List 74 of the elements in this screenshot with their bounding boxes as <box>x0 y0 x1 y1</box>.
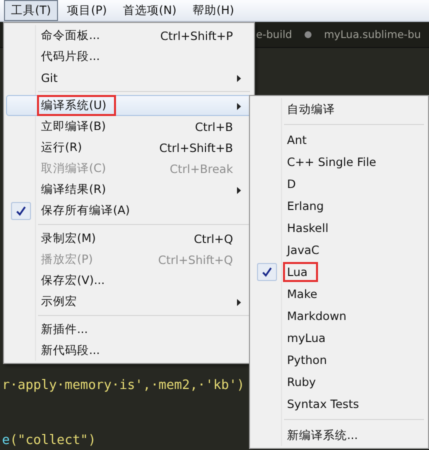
menu-item[interactable]: Lua <box>252 261 426 283</box>
menu-bar-item[interactable]: 首选项(N) <box>116 0 184 21</box>
menu-item[interactable]: 示例宏 <box>6 291 252 312</box>
menu-item[interactable]: Syntax Tests <box>252 393 426 415</box>
menu-item-label: Syntax Tests <box>286 396 360 412</box>
shortcut-label: Ctrl+Break <box>170 162 233 176</box>
menu-item-label: Git <box>40 70 59 86</box>
code-token: r·apply·memory·is',·mem2,·'kb') <box>2 378 245 393</box>
menu-item[interactable]: 保存宏(V)... <box>6 270 252 291</box>
shortcut-label: Ctrl+Shift+P <box>160 28 233 42</box>
menu-item-label: 示例宏 <box>40 293 78 310</box>
menu-item-label: 命令面板... <box>40 27 101 44</box>
menu-item-label: 自动编译 <box>286 100 336 118</box>
menu-item-label: 代码片段... <box>40 48 101 65</box>
menu-item-label: 运行(R) <box>40 139 83 156</box>
file-tab[interactable]: myLua.sublime-bu <box>324 28 421 40</box>
menu-item-label: Make <box>286 286 318 302</box>
menu-item[interactable]: Ant <box>252 129 426 151</box>
shortcut-label: Ctrl+B <box>195 120 233 134</box>
menu-bar-item[interactable]: 帮助(H) <box>186 0 242 21</box>
shortcut-label: Ctrl+Shift+B <box>159 140 233 154</box>
menu-item[interactable]: Ruby <box>252 371 426 393</box>
menu-bar-item[interactable]: 项目(P) <box>60 0 114 21</box>
menu-item[interactable]: C++ Single File <box>252 151 426 173</box>
menu-item[interactable]: 自动编译 <box>252 98 426 120</box>
menu-item-label: Ant <box>286 132 308 148</box>
menu-item-label: Markdown <box>286 308 348 324</box>
menu-item[interactable]: 录制宏(M) Ctrl+Q <box>6 228 252 249</box>
menu-item-label: Ruby <box>286 374 317 390</box>
menu-item[interactable]: 运行(R) Ctrl+Shift+B <box>6 137 252 158</box>
menu-item[interactable]: 新代码段... <box>6 340 252 361</box>
menu-item-label: 编译系统(U) <box>39 97 114 114</box>
menu-item-label: 立即编译(B) <box>40 118 107 135</box>
menu-item[interactable]: 新插件... <box>6 319 252 340</box>
menu-item-label: Erlang <box>286 198 325 214</box>
menu-item-label: 编译结果(R) <box>40 181 107 198</box>
menu-item[interactable]: 代码片段... <box>6 46 252 67</box>
menu-item[interactable]: myLua <box>252 327 426 349</box>
file-tab[interactable]: e-build <box>256 28 292 40</box>
menu-item-label: 保存所有编译(A) <box>40 202 131 219</box>
menu-item-label: C++ Single File <box>286 154 378 170</box>
menu-item[interactable]: 编译结果(R) <box>6 179 252 200</box>
menu-item[interactable]: Markdown <box>252 305 426 327</box>
menu-item[interactable]: D <box>252 173 426 195</box>
menu-item-label: JavaC <box>285 242 320 258</box>
menu-item-label: Haskell <box>286 220 330 236</box>
menu-item[interactable]: 立即编译(B) Ctrl+B <box>6 116 252 137</box>
menu-item[interactable]: 保存所有编译(A) <box>6 200 252 221</box>
code-token: ("collect") <box>10 433 96 448</box>
unsaved-dot: ● <box>304 30 312 40</box>
menu-item-label: 新编译系统... <box>286 426 359 444</box>
menu-item-label: Python <box>286 352 328 368</box>
menu-item-label: 取消编译(C) <box>40 160 108 177</box>
menu-item[interactable]: Python <box>252 349 426 371</box>
menu-item-label: D <box>286 176 297 192</box>
menu-item[interactable]: 编译系统(U) <box>6 95 252 116</box>
menu-item-label: myLua <box>286 330 327 346</box>
menu-item[interactable]: 命令面板... Ctrl+Shift+P <box>6 25 252 46</box>
menu-item[interactable]: 新编译系统... <box>252 424 426 446</box>
menu-item-label: Lua <box>285 264 316 280</box>
menu-item[interactable]: Make <box>252 283 426 305</box>
menu-item[interactable]: JavaC <box>252 239 426 261</box>
menu-item[interactable]: Git <box>6 67 252 88</box>
menu-item-label: 新代码段... <box>40 342 101 359</box>
menu-bar-item[interactable]: 工具(T) <box>4 0 58 21</box>
menu-item-label: 新插件... <box>40 321 89 338</box>
code-token: e <box>2 433 10 448</box>
shortcut-label: Ctrl+Shift+Q <box>158 252 233 266</box>
menu-item[interactable]: Haskell <box>252 217 426 239</box>
menu-item-label: 播放宏(P) <box>40 251 94 268</box>
menu-item-label: 保存宏(V)... <box>40 272 106 289</box>
menu-item[interactable]: Erlang <box>252 195 426 217</box>
menu-item-label: 录制宏(M) <box>40 230 97 247</box>
shortcut-label: Ctrl+Q <box>194 232 233 246</box>
